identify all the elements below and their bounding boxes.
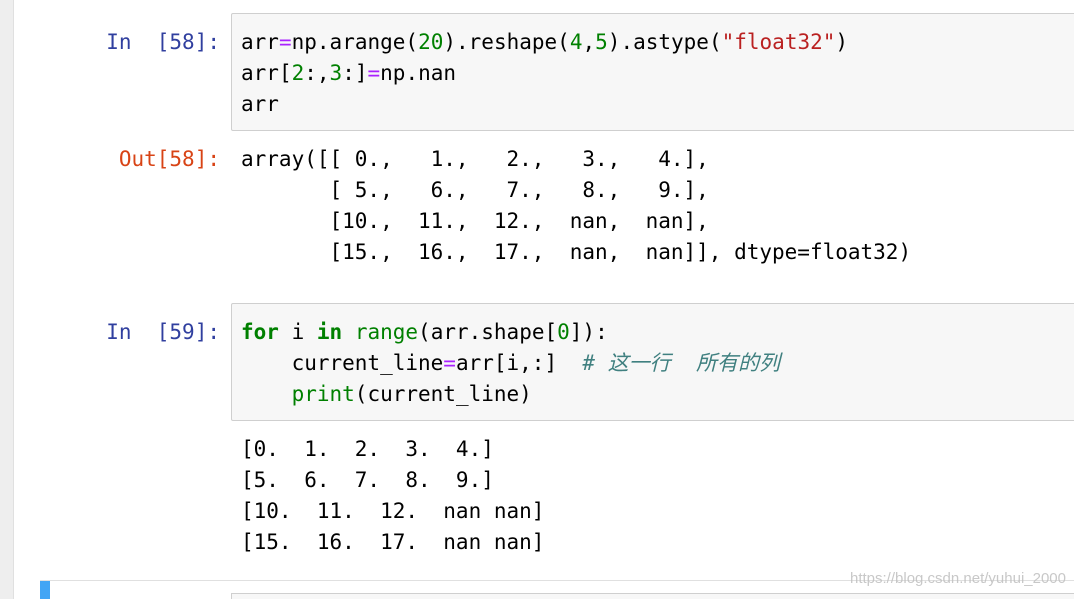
watermark: https://blog.csdn.net/yuhui_2000 (850, 570, 1066, 587)
code-token: current_line (241, 351, 444, 375)
code-line: arr[2:,3:]=np.nan (241, 58, 1074, 89)
code-token: 5 (595, 30, 608, 54)
code-token: = (367, 61, 381, 85)
code-token: (current_line) (354, 382, 532, 406)
code-token: ( (405, 30, 419, 54)
output-line: array([[ 0., 1., 2., 3., 4.], (241, 147, 709, 171)
code-token: ) (835, 30, 849, 54)
code-token: ( (557, 30, 570, 54)
code-token: reshape (468, 30, 558, 54)
code-token: :] (342, 61, 368, 85)
output-line: [15. 16. 17. nan nan] (241, 530, 545, 554)
code-token: arr (241, 61, 279, 85)
code-token: ). (607, 30, 634, 54)
output-line: [10., 11., 12., nan, nan], (241, 209, 709, 233)
code-token: arange (329, 30, 406, 54)
next-cell-code-input[interactable] (231, 593, 1074, 599)
cell-59-in-prompt: In [59]: (106, 320, 220, 344)
code-token: ]): (569, 320, 608, 344)
code-token: = (278, 30, 292, 54)
code-token: range (354, 320, 419, 344)
code-token: print (291, 382, 355, 406)
code-token: [ (278, 61, 292, 85)
code-token: for (241, 320, 279, 344)
output-line: [0. 1. 2. 3. 4.] (241, 437, 494, 461)
cell-58-code-input[interactable]: arr=np.arange(20).reshape(4,5).astype("f… (231, 13, 1074, 131)
code-line: for i in range(arr.shape[0]): (241, 317, 1074, 348)
code-line: arr (241, 89, 1074, 120)
code-token: astype (633, 30, 709, 54)
code-line: print(current_line) (241, 379, 1074, 410)
code-line: arr=np.arange(20).reshape(4,5).astype("f… (241, 27, 1074, 58)
code-token: arr (241, 92, 279, 116)
code-token: 0 (557, 320, 570, 344)
code-token: 3 (329, 61, 343, 85)
code-token: i (278, 320, 317, 344)
code-token: 2 (291, 61, 305, 85)
cell-58-output: array([[ 0., 1., 2., 3., 4.], [ 5., 6., … (241, 144, 911, 268)
code-token: # 这一行 所有的列 (582, 351, 780, 375)
output-line: [10. 11. 12. nan nan] (241, 499, 545, 523)
code-token: ( (708, 30, 722, 54)
cell-58-in-prompt: In [58]: (106, 30, 220, 54)
code-token: np.nan (380, 61, 457, 85)
code-token: np (291, 30, 317, 54)
code-token: ). (443, 30, 469, 54)
notebook-left-gutter (0, 0, 14, 599)
code-token: = (443, 351, 456, 375)
code-token: , (582, 30, 596, 54)
code-token: arr[i,:] (455, 351, 583, 375)
code-token: . (316, 30, 330, 54)
cell-58-out-prompt: Out[58]: (118, 147, 220, 171)
output-line: [15., 16., 17., nan, nan]], dtype=float3… (241, 240, 912, 264)
code-token: 4 (569, 30, 583, 54)
code-token: (arr.shape[ (418, 320, 558, 344)
code-token: arr (241, 30, 279, 54)
code-token: in (316, 320, 343, 344)
cell-59-output: [0. 1. 2. 3. 4.] [5. 6. 7. 8. 9.] [10. 1… (241, 434, 544, 558)
code-token: "float32" (721, 30, 836, 54)
code-token: 20 (418, 30, 444, 54)
code-line: current_line=arr[i,:] # 这一行 所有的列 (241, 348, 1074, 379)
cell-59-code-input[interactable]: for i in range(arr.shape[0]): current_li… (231, 303, 1074, 421)
output-line: [5. 6. 7. 8. 9.] (241, 468, 494, 492)
selected-cell-indicator (40, 581, 50, 599)
code-token: :, (304, 61, 330, 85)
output-line: [ 5., 6., 7., 8., 9.], (241, 178, 709, 202)
